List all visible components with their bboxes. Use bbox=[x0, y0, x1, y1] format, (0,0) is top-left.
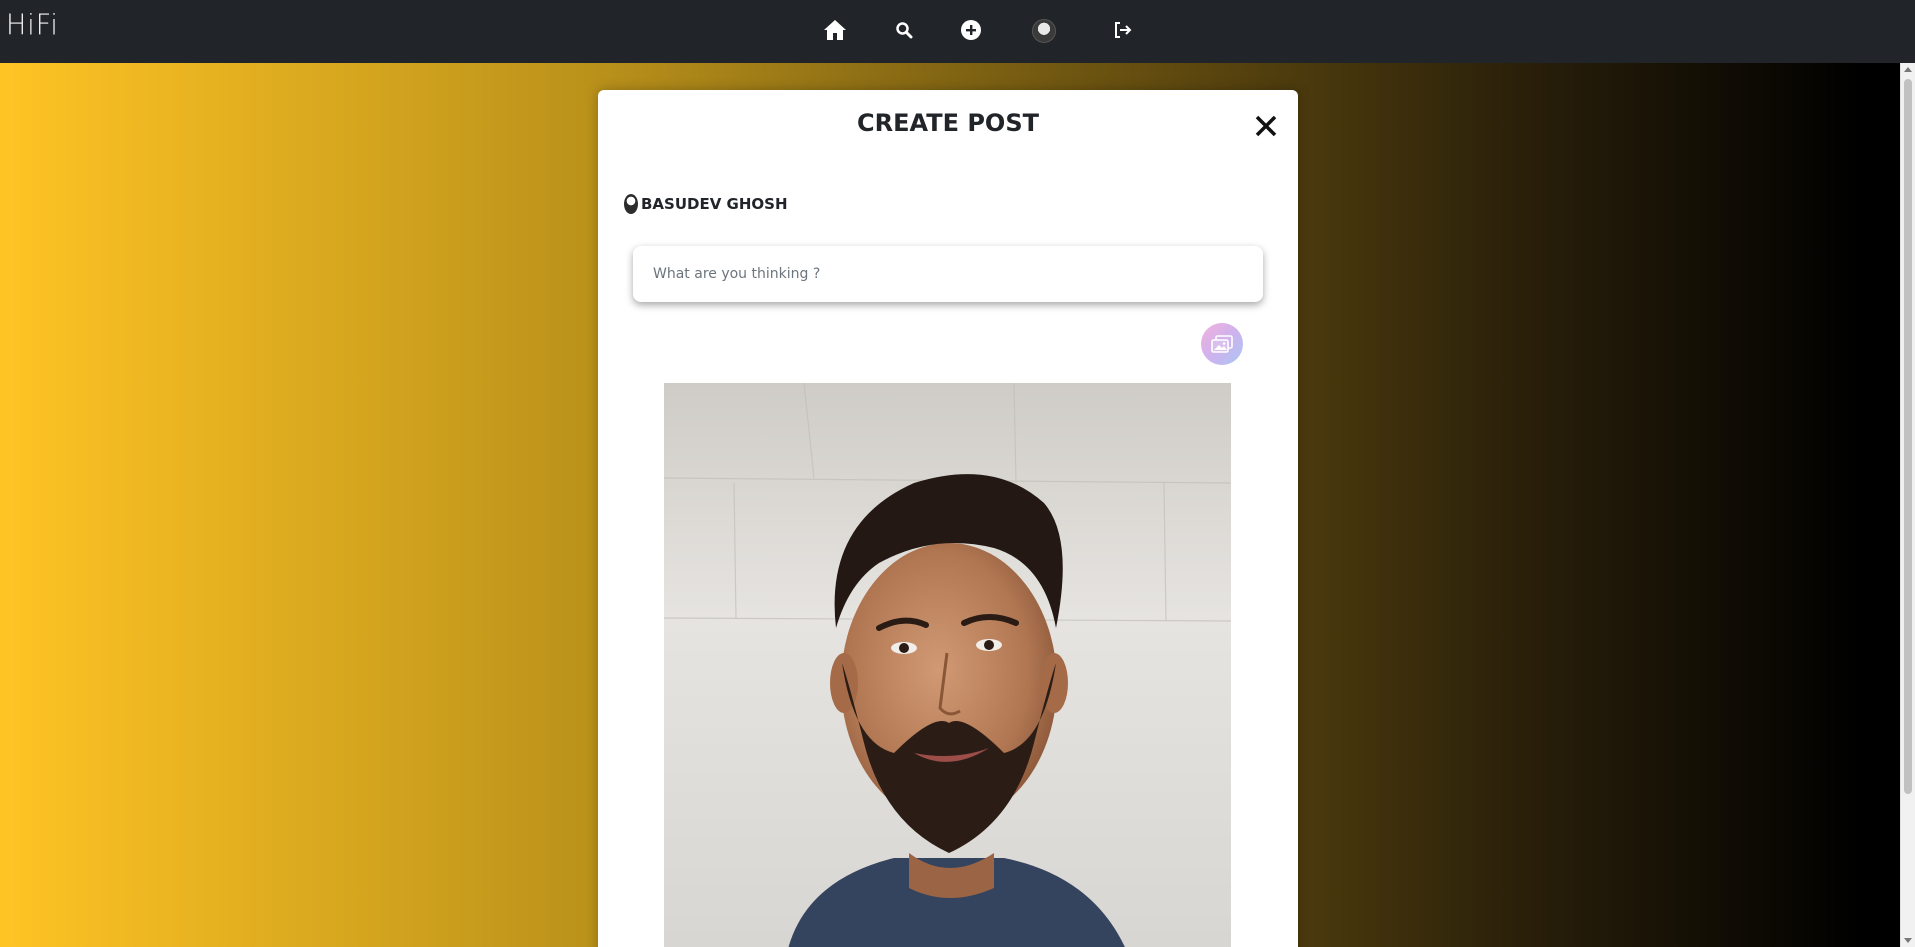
add-post-icon[interactable] bbox=[956, 15, 986, 45]
close-icon[interactable] bbox=[1254, 114, 1278, 138]
create-post-modal: CREATE POST BASUDEV GHOSH bbox=[598, 90, 1298, 947]
scroll-up-arrow[interactable] bbox=[1904, 67, 1912, 72]
brand-logo[interactable]: HiFi bbox=[6, 9, 59, 42]
post-text-input[interactable] bbox=[633, 246, 1263, 302]
add-image-button[interactable] bbox=[1201, 323, 1243, 365]
modal-title: CREATE POST bbox=[857, 109, 1039, 137]
portrait-image bbox=[664, 383, 1231, 947]
author-name: BASUDEV GHOSH bbox=[641, 195, 788, 213]
scroll-down-arrow[interactable] bbox=[1904, 938, 1912, 943]
home-icon[interactable] bbox=[820, 15, 850, 45]
page-scrollbar[interactable] bbox=[1900, 63, 1915, 947]
top-navbar: HiFi bbox=[0, 0, 1915, 64]
profile-avatar[interactable] bbox=[1032, 19, 1056, 43]
post-image-preview bbox=[664, 383, 1231, 947]
logout-icon[interactable] bbox=[1108, 15, 1138, 45]
search-icon[interactable] bbox=[889, 15, 919, 45]
post-author: BASUDEV GHOSH bbox=[624, 194, 788, 214]
scrollbar-thumb[interactable] bbox=[1904, 79, 1912, 794]
image-icon bbox=[1211, 335, 1233, 353]
author-avatar bbox=[624, 194, 638, 214]
